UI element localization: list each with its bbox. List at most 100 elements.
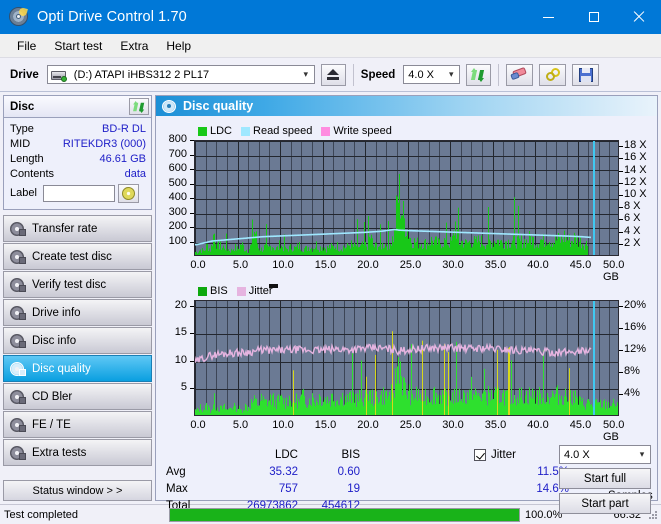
menu-help[interactable]: Help — [157, 36, 200, 56]
disc-icon — [10, 445, 26, 460]
x-axis-tick: 0.0 — [190, 259, 206, 271]
window-title: Opti Drive Control 1.70 — [37, 9, 187, 25]
disc-type-key: Type — [10, 122, 34, 135]
chart-legend: LDC Read speed Write speed — [198, 125, 397, 137]
jitter-checkbox[interactable] — [474, 448, 486, 461]
legend-item: Read speed — [241, 125, 312, 137]
disc-row-contents: Contents data — [10, 166, 146, 181]
legend-swatch — [241, 126, 251, 136]
legend-item: Jitter — [236, 285, 273, 297]
disc-icon — [10, 389, 26, 404]
table-row: Max 757 19 — [166, 480, 360, 497]
resize-grip[interactable] — [647, 509, 659, 521]
x-axis-tick: 25.0 — [399, 419, 422, 431]
series-bis — [195, 331, 618, 415]
chevron-down-icon: ▾ — [449, 69, 454, 79]
cell-max-jitter: 14.6% — [536, 482, 569, 495]
chart-ldc-read-speed[interactable]: LDC Read speed Write speed 100 200 300 400 500 6… — [156, 116, 657, 283]
y-axis-tick: 200 — [168, 220, 187, 232]
y-axis-tick-mark — [190, 333, 194, 335]
sidebar: Disc Type BD-R DL MID RITEKDR3 (000) Len… — [0, 92, 155, 504]
y-axis-tick-mark — [190, 305, 194, 307]
plot-area[interactable] — [194, 300, 619, 416]
maximize-button[interactable] — [571, 0, 616, 34]
y2-axis-tick: 16% — [624, 320, 647, 333]
start-full-button[interactable]: Start full — [559, 468, 651, 489]
sidebar-item-drive-info[interactable]: Drive info — [3, 299, 152, 326]
x-axis-tick: 15.0 — [314, 419, 337, 431]
erase-button[interactable] — [506, 63, 534, 86]
save-icon — [578, 67, 593, 82]
chart-cursor — [592, 141, 595, 255]
sidebar-item-label: Disc quality — [32, 362, 91, 375]
legend-swatch — [236, 286, 246, 296]
col-header-ldc: LDC — [274, 448, 298, 461]
drive-select[interactable]: (D:) ATAPI iHBS312 2 PL17 ▾ — [46, 65, 315, 84]
sidebar-item-verify-test-disc[interactable]: Verify test disc — [3, 271, 152, 298]
disc-contents-value: data — [124, 167, 146, 180]
y2-axis-tick: 4% — [624, 386, 640, 399]
y-axis-tick-mark — [190, 212, 194, 214]
menu-file[interactable]: File — [8, 36, 45, 56]
y2-axis-tick: 4 X — [624, 224, 641, 237]
y-axis-tick-mark — [190, 169, 194, 170]
x-axis-tick: 35.0 — [484, 259, 507, 271]
y2-axis-tick-mark — [619, 231, 623, 233]
refresh-button[interactable] — [466, 63, 492, 86]
y2-axis-tick: 2 X — [624, 236, 641, 249]
disc-type-value: BD-R DL — [101, 122, 146, 135]
save-button[interactable] — [572, 63, 600, 86]
drive-select-value: (D:) ATAPI iHBS312 2 PL17 — [73, 68, 210, 81]
sidebar-item-label: Disc info — [32, 334, 77, 347]
start-part-button[interactable]: Start part — [559, 493, 651, 514]
eject-button[interactable] — [320, 63, 346, 86]
x-axis-tick: 40.0 — [527, 259, 549, 271]
y2-axis-tick: 18 X — [624, 139, 647, 152]
disc-row-length: Length 46.61 GB — [10, 151, 146, 166]
sidebar-item-disc-quality[interactable]: Disc quality — [3, 355, 152, 382]
menu-start-test[interactable]: Start test — [45, 36, 111, 56]
status-window-button[interactable]: Status window > > — [3, 480, 152, 501]
chart-bis-jitter[interactable]: BIS Jitter 5 10 15 20 4% 8% 12% 16% 20% 0.0 5.0 10.0 1… — [156, 274, 657, 443]
disc-label-button[interactable] — [117, 183, 139, 203]
sidebar-item-label: FE / TE — [32, 418, 71, 431]
disc-label-input[interactable] — [42, 184, 115, 202]
series-layer — [195, 173, 592, 255]
plot-area[interactable] — [194, 140, 619, 256]
sidebar-item-create-test-disc[interactable]: Create test disc — [3, 243, 152, 270]
disc-info-rows: Type BD-R DL MID RITEKDR3 (000) Length 4… — [4, 118, 151, 209]
body: Disc Type BD-R DL MID RITEKDR3 (000) Len… — [0, 92, 661, 514]
sidebar-item-transfer-rate[interactable]: Transfer rate — [3, 215, 152, 242]
test-speed-value: 4.0 X — [564, 448, 590, 461]
key-button[interactable] — [539, 63, 567, 86]
y2-axis-tick-mark — [619, 146, 623, 148]
speed-select[interactable]: 4.0 X ▾ — [403, 65, 461, 84]
main-header: Disc quality — [156, 96, 657, 116]
menu-extra[interactable]: Extra — [111, 36, 157, 56]
disc-quality-icon — [162, 99, 176, 113]
disc-row-mid: MID RITEKDR3 (000) — [10, 136, 146, 151]
y-axis-tick: 15 — [174, 326, 187, 339]
disc-contents-key: Contents — [10, 167, 55, 180]
status-message: Test completed — [4, 508, 78, 521]
action-buttons: 4.0 X ▾ Start full Start part — [559, 445, 651, 514]
y2-axis-tick: 12% — [624, 342, 647, 355]
minimize-button[interactable] — [526, 0, 571, 34]
sidebar-item-disc-info[interactable]: Disc info — [3, 327, 152, 354]
sidebar-item-fe-te[interactable]: FE / TE — [3, 411, 152, 438]
menu-bar: File Start test Extra Help — [0, 34, 661, 58]
x-axis-tick: 30.0 — [442, 419, 464, 431]
test-speed-select[interactable]: 4.0 X ▾ — [559, 445, 651, 464]
y2-axis-tick: 12 X — [624, 175, 647, 188]
y-axis-tick-mark — [190, 154, 194, 156]
page-title: Disc quality — [183, 99, 254, 113]
sidebar-item-cd-bler[interactable]: CD Bler — [3, 383, 152, 410]
sidebar-item-extra-tests[interactable]: Extra tests — [3, 439, 152, 466]
y2-axis-tick-mark — [619, 219, 623, 221]
disc-refresh-button[interactable] — [129, 98, 149, 115]
y2-axis-tick: 6 X — [624, 212, 641, 225]
drive-icon — [50, 68, 67, 82]
y-axis-tick: 300 — [168, 205, 187, 218]
close-button[interactable] — [616, 0, 661, 34]
y-axis-tick: 100 — [168, 234, 187, 247]
